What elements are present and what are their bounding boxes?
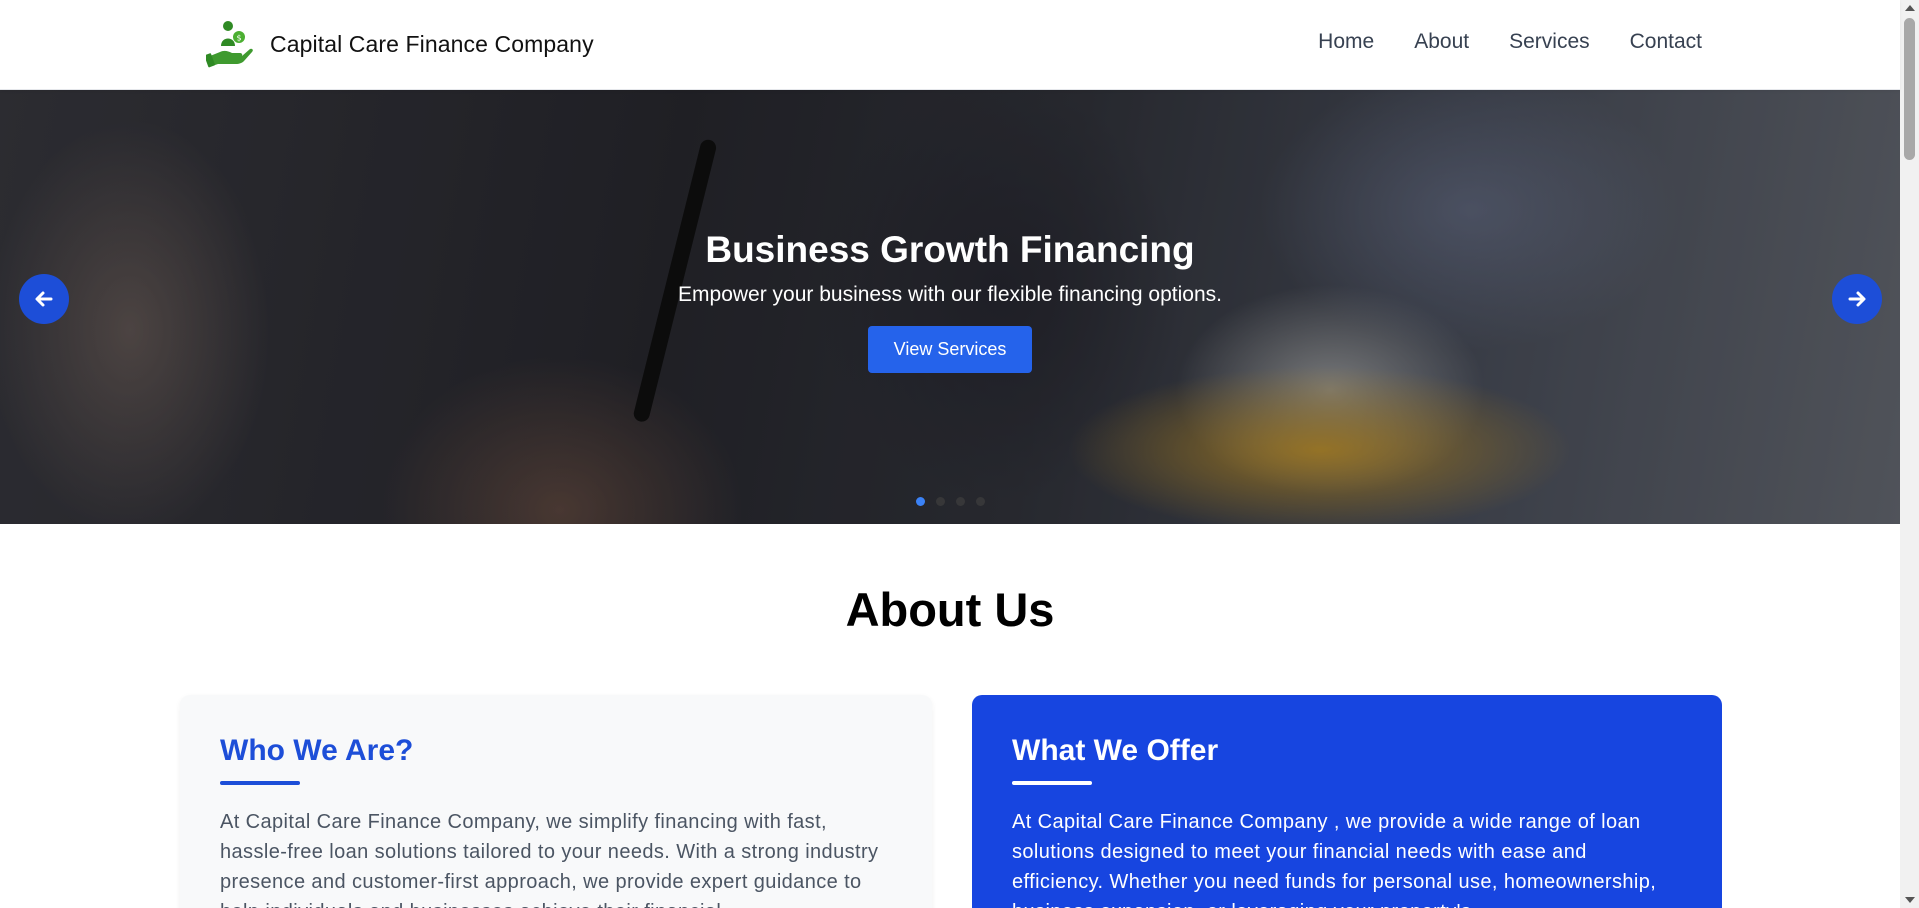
hero-title: Business Growth Financing: [705, 229, 1195, 270]
brand-name: Capital Care Finance Company: [270, 30, 594, 57]
heading-underline: [1012, 781, 1092, 785]
scrollbar-thumb[interactable]: [1904, 18, 1915, 160]
nav-home[interactable]: Home: [1318, 30, 1374, 54]
hero-carousel: Business Growth Financing Empower your b…: [0, 90, 1900, 524]
what-we-offer-card: What We Offer At Capital Care Finance Co…: [972, 695, 1722, 908]
nav-contact[interactable]: Contact: [1630, 30, 1702, 54]
scroll-up-icon[interactable]: [1905, 5, 1915, 11]
what-we-offer-heading: What We Offer: [1012, 734, 1219, 767]
carousel-indicators: [916, 497, 985, 506]
carousel-dot-1[interactable]: [916, 497, 925, 506]
carousel-next-button[interactable]: [1832, 274, 1882, 324]
carousel-dot-3[interactable]: [956, 497, 965, 506]
arrow-right-icon: [1848, 291, 1866, 307]
heading-underline: [220, 781, 300, 785]
view-services-button[interactable]: View Services: [867, 326, 1033, 373]
about-title: About Us: [845, 583, 1055, 636]
hero-content: Business Growth Financing Empower your b…: [0, 228, 1900, 373]
svg-text:$: $: [236, 34, 241, 43]
nav-services[interactable]: Services: [1509, 30, 1590, 54]
carousel-prev-button[interactable]: [19, 274, 69, 324]
nav-about[interactable]: About: [1414, 30, 1469, 54]
carousel-dot-2[interactable]: [936, 497, 945, 506]
brand[interactable]: $ Capital Care Finance Company: [204, 20, 594, 68]
what-we-offer-text: At Capital Care Finance Company , we pro…: [1012, 811, 1657, 908]
who-we-are-text: At Capital Care Finance Company, we simp…: [220, 811, 879, 908]
site-header: $ Capital Care Finance Company Home Abou…: [0, 0, 1900, 90]
carousel-dot-4[interactable]: [976, 497, 985, 506]
scroll-down-icon[interactable]: [1905, 897, 1915, 903]
arrow-left-icon: [35, 291, 53, 307]
who-we-are-card: Who We Are? At Capital Care Finance Comp…: [180, 695, 932, 908]
main-nav: Home About Services Contact: [1318, 30, 1702, 54]
hero-subtitle: Empower your business with our flexible …: [678, 283, 1222, 306]
hand-holding-money-person-icon: $: [204, 20, 254, 68]
who-we-are-heading: Who We Are?: [220, 734, 414, 767]
page-scrollbar[interactable]: [1900, 0, 1919, 908]
